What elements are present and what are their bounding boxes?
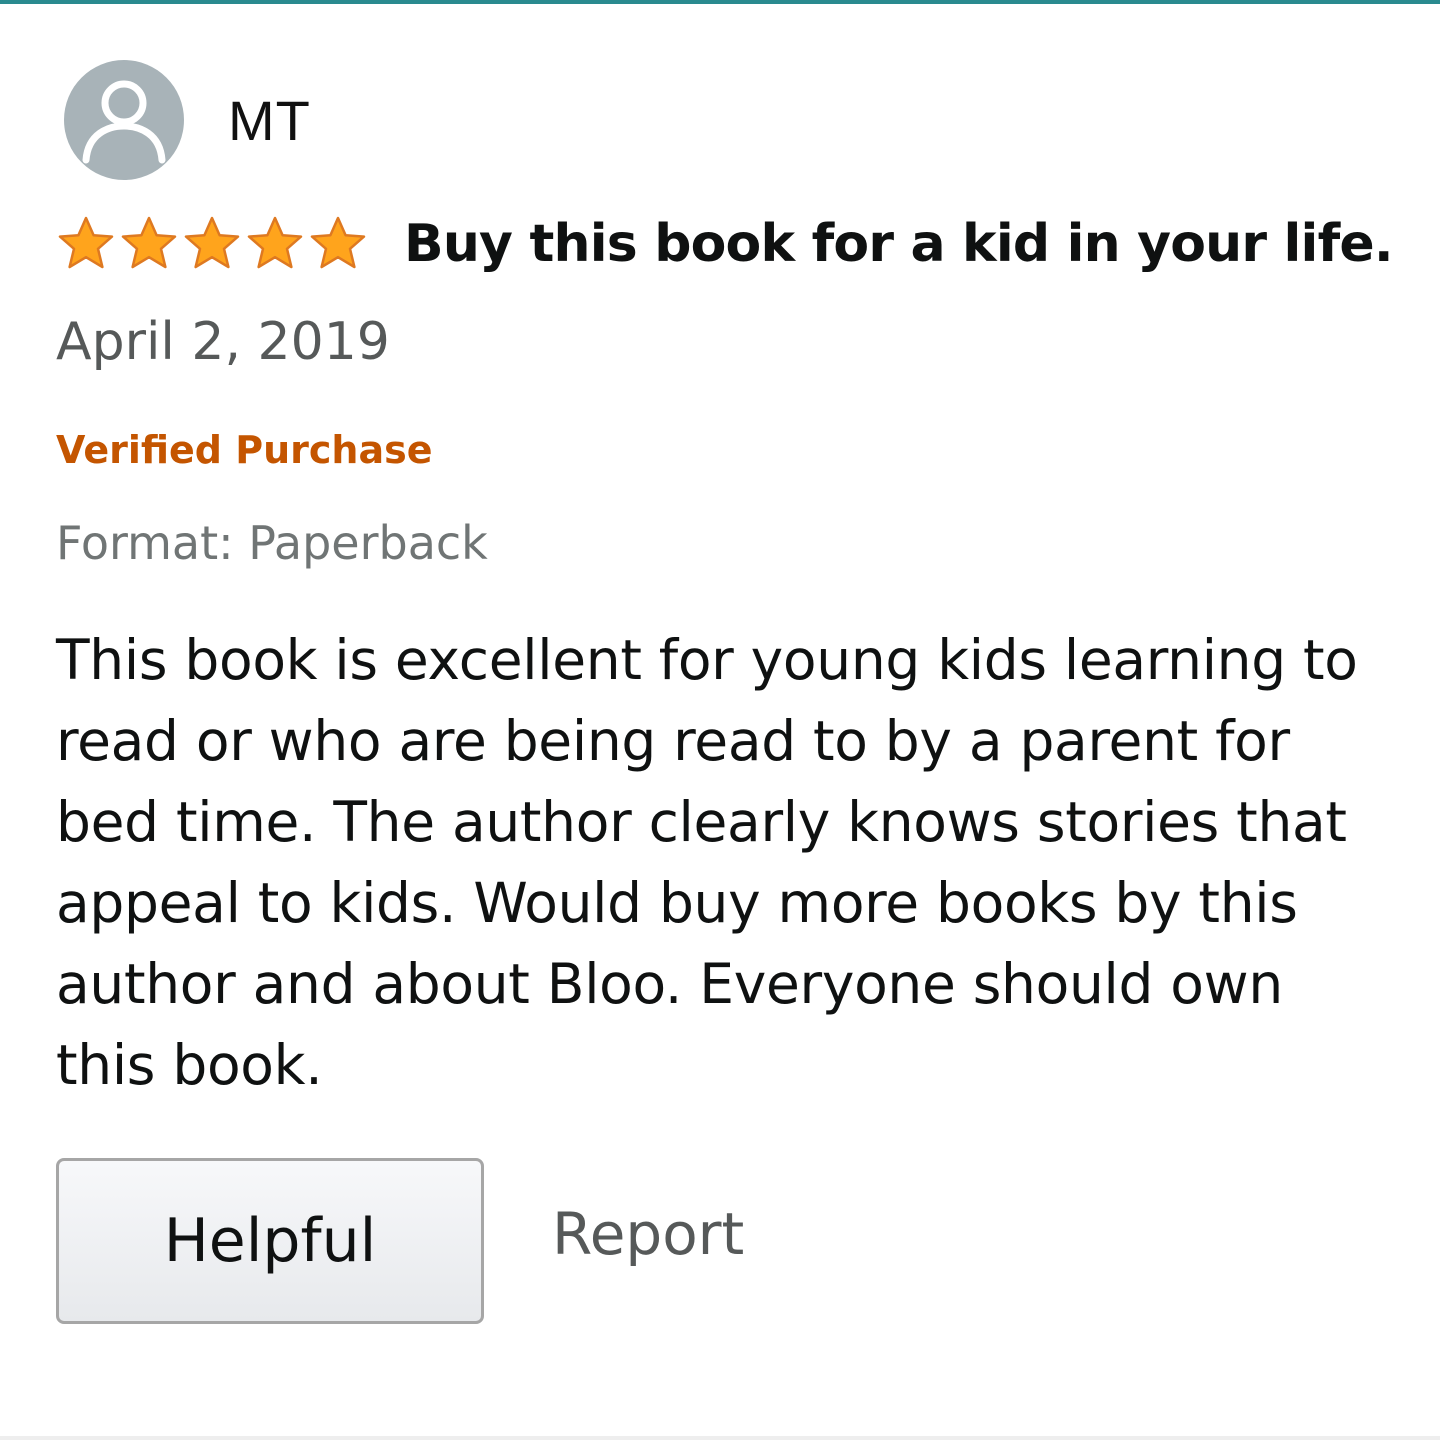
reviewer-name[interactable]: MT: [228, 88, 311, 153]
star-icon: [121, 216, 177, 269]
review-title[interactable]: Buy this book for a kid in your life.: [404, 214, 1394, 274]
report-link[interactable]: Report: [552, 1200, 744, 1268]
rating-row: Buy this book for a kid in your life.: [56, 214, 1394, 274]
star-icon: [247, 216, 303, 269]
star-icon: [310, 216, 366, 269]
star-icon: [184, 216, 240, 269]
review-card: MT Buy this book for a kid in your life.…: [0, 0, 1440, 1440]
bottom-divider: [0, 1436, 1440, 1440]
verified-purchase-badge: Verified Purchase: [56, 428, 433, 472]
review-date: April 2, 2019: [56, 312, 390, 372]
star-rating: [56, 214, 372, 274]
format-label: Format: Paperback: [56, 516, 488, 570]
star-icon: [58, 216, 114, 269]
default-user-icon: [82, 80, 166, 164]
helpful-button[interactable]: Helpful: [56, 1158, 484, 1324]
reviewer-profile[interactable]: MT: [64, 60, 311, 180]
avatar: [64, 60, 184, 180]
review-body: This book is excellent for young kids le…: [56, 628, 1358, 1097]
